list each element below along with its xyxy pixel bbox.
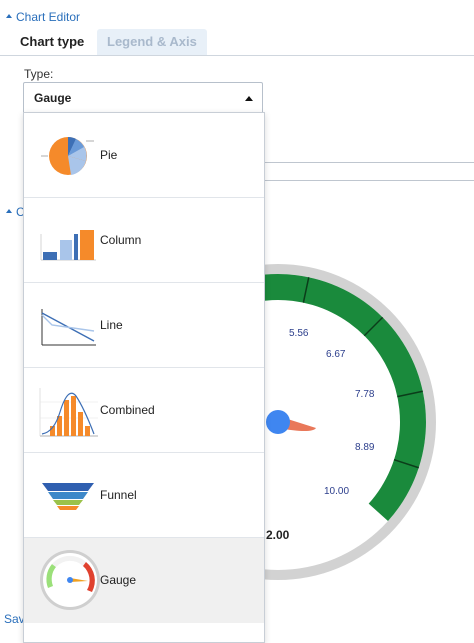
gauge-hub [266,410,290,434]
tab-legend-axis[interactable]: Legend & Axis [97,29,207,55]
option-line[interactable]: Line [24,283,264,368]
funnel-chart-icon [42,483,94,510]
tab-divider [0,55,474,56]
gauge-tick-label: 7.78 [355,389,375,400]
gauge-tick-label: 5.56 [289,328,309,339]
field-border [264,162,474,163]
gauge-value-label: 2.00 [266,528,290,542]
option-combined[interactable]: Combined [24,368,264,453]
chart-editor-toggle[interactable]: Chart Editor [6,10,80,24]
field-border [264,180,474,181]
option-gauge-label: Gauge [100,573,137,587]
gauge-chart-icon [40,550,100,610]
save-link[interactable]: Sav [4,612,25,626]
combined-chart-icon [39,388,98,437]
caret-up-icon [245,96,253,101]
option-funnel[interactable]: Funnel [24,453,264,538]
option-funnel-label: Funnel [100,488,137,502]
gauge-tick-label: 6.67 [326,349,346,360]
tab-chart-type[interactable]: Chart type [10,29,95,55]
gauge-tick-label: 8.89 [355,442,375,453]
collapse-caret-icon [6,13,12,18]
option-line-label: Line [100,318,123,332]
type-label: Type: [24,67,54,81]
type-select[interactable]: Gauge [23,82,263,114]
option-gauge[interactable]: Gauge [24,538,264,623]
collapsed-section-toggle[interactable]: C [6,205,25,219]
option-pie[interactable]: Pie [24,113,264,198]
chart-editor-title: Chart Editor [16,10,81,24]
line-chart-icon [41,309,96,346]
type-select-value: Gauge [34,91,72,105]
gauge-tick-label: 10.00 [324,486,349,497]
column-chart-icon [40,230,96,261]
pie-chart-icon [41,137,94,175]
option-pie-label: Pie [100,148,118,162]
collapse-caret-icon [6,208,12,213]
option-column-label: Column [100,233,142,247]
type-dropdown-list: Pie Column Line Combined Funnel Gauge [23,112,265,643]
option-combined-label: Combined [100,403,155,417]
option-column[interactable]: Column [24,198,264,283]
